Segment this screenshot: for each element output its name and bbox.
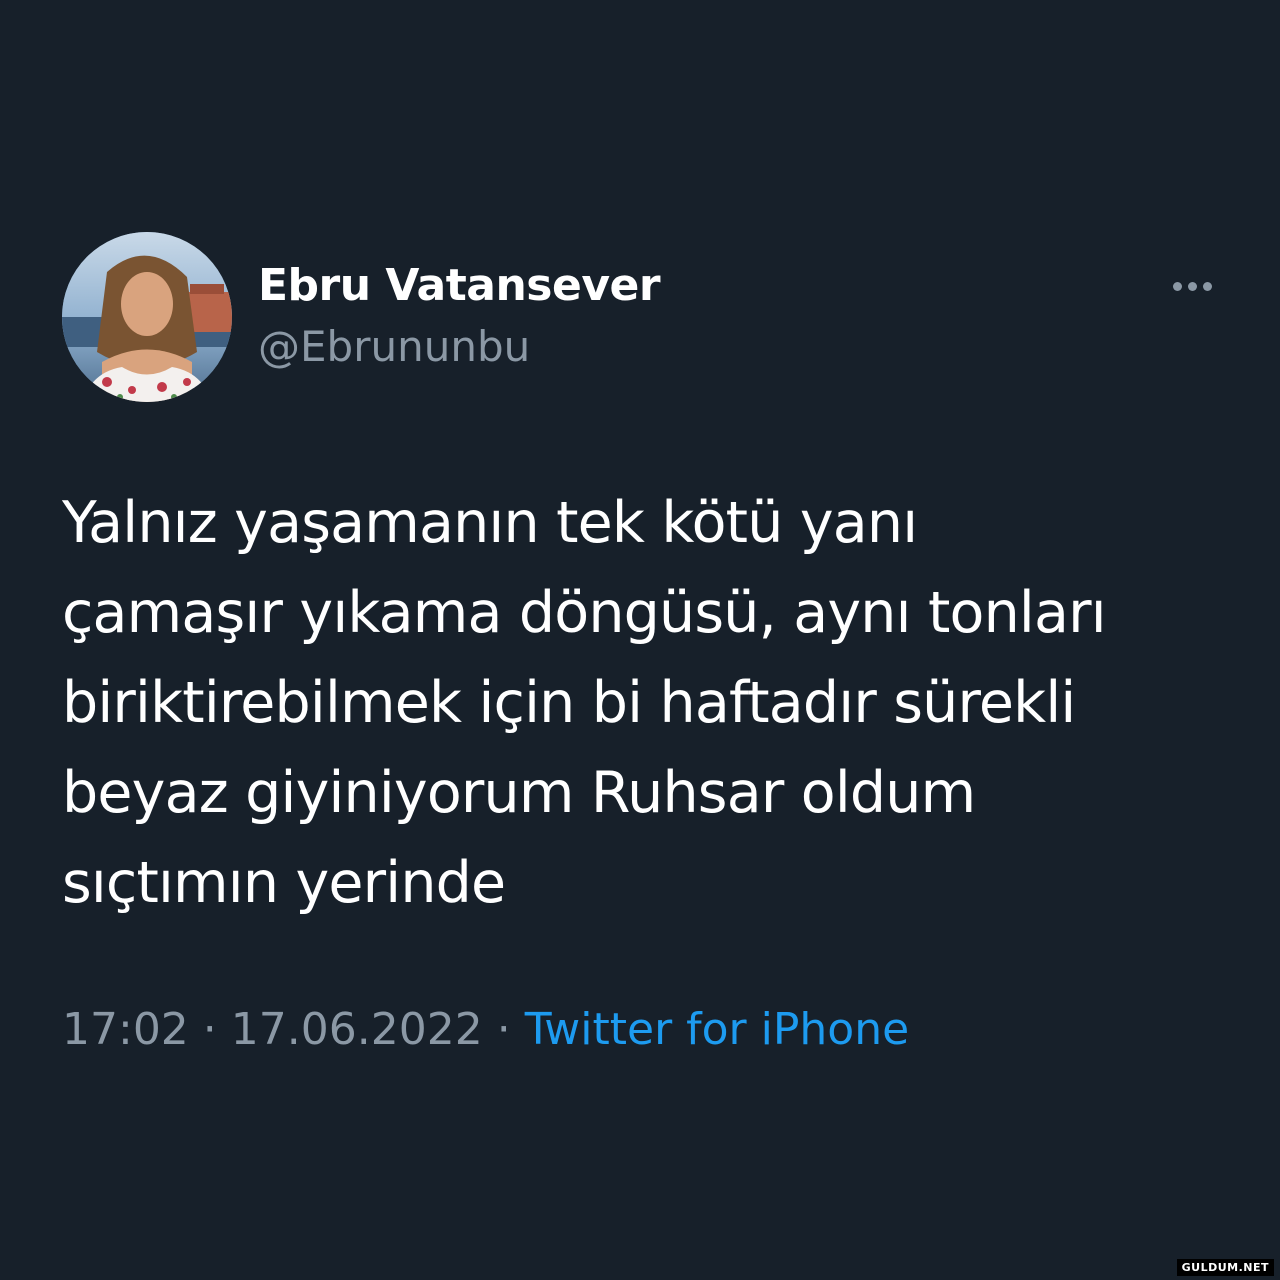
- meta-separator: ·: [188, 1004, 231, 1055]
- meta-separator: ·: [482, 1004, 525, 1055]
- tweet-date[interactable]: 17.06.2022: [231, 1004, 483, 1055]
- more-options-button[interactable]: [1160, 268, 1224, 304]
- tweet-source-link[interactable]: Twitter for iPhone: [525, 1004, 909, 1055]
- watermark: GULDUM.NET: [1176, 1259, 1274, 1276]
- author-avatar[interactable]: [62, 232, 232, 402]
- ellipsis-icon: [1172, 281, 1182, 291]
- tweet-time[interactable]: 17:02: [62, 1004, 189, 1055]
- tweet-card: Ebru Vatansever @Ebrununbu Yalnız yaşama…: [0, 0, 1280, 1280]
- author-handle[interactable]: @Ebrununbu: [258, 322, 530, 371]
- tweet-text: Yalnız yaşamanın tek kötü yanı çamaşır y…: [62, 490, 1107, 916]
- tweet-meta: 17:02 · 17.06.2022 · Twitter for iPhone: [62, 1004, 909, 1055]
- author-display-name[interactable]: Ebru Vatansever: [258, 260, 661, 311]
- avatar-photo-icon: [62, 232, 232, 402]
